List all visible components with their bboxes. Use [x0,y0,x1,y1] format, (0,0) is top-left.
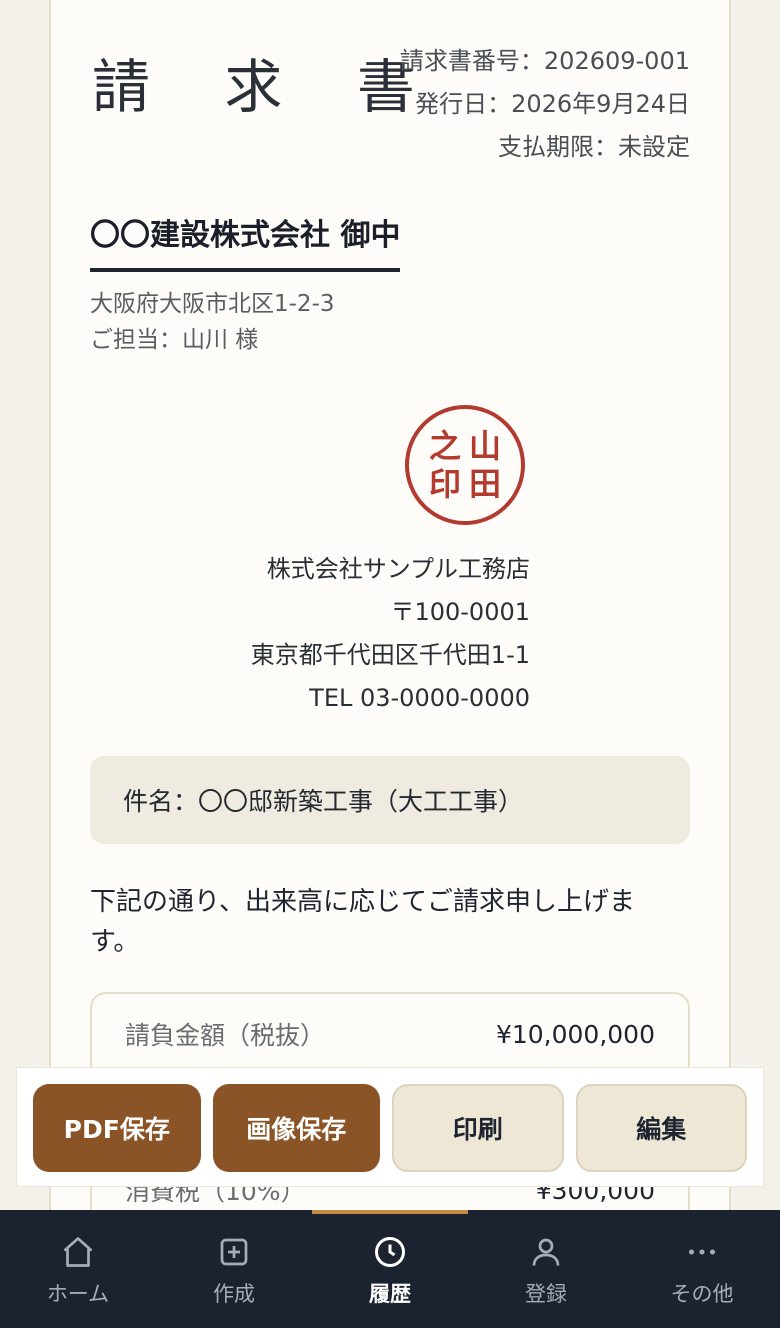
nav-register[interactable]: 登録 [468,1210,624,1328]
nav-label: 履歴 [369,1282,411,1306]
save-pdf-button[interactable]: PDF保存 [33,1084,201,1172]
plus-square-icon [220,1238,248,1266]
amount-value: ¥10,000,000 [495,1019,655,1049]
nav-label: 登録 [525,1282,567,1306]
client-contact: ご担当：山川 様 [90,327,259,353]
amount-row: 請負金額（税抜） ¥10,000,000 [125,1014,655,1054]
nav-label: その他 [670,1282,734,1306]
client-name: 〇〇建設株式会社 御中 [90,210,401,272]
due-date: 支払期限：未設定 [498,133,690,161]
issuer-address: 東京都千代田区千代田1-1 [250,641,530,669]
invoice-number: 請求書番号：202609-001 [399,47,690,75]
subject-box: 件名：〇〇邸新築工事（大工工事） [90,756,690,844]
seal-char: 印 [428,465,461,503]
user-icon [532,1238,560,1266]
subject-text: 件名：〇〇邸新築工事（大工工事） [123,787,524,816]
intro-text: 下記の通り、出来高に応じてご請求申し上げます。 [90,887,635,957]
nav-label: 作成 [213,1282,255,1306]
issuer-postal: 〒100-0001 [390,598,530,626]
invoice-meta: 請求書番号：202609-001 発行日：2026年9月24日 支払期限：未設定 [400,40,690,169]
nav-home[interactable]: ホーム [0,1210,156,1328]
amount-label: 請負金額（税抜） [125,1021,326,1050]
issue-date: 発行日：2026年9月24日 [415,90,690,118]
clock-icon [375,1237,405,1267]
bottom-nav: ホーム 作成 履歴 登録 その他 [0,1210,780,1328]
company-seal: 之 山 印 田 [405,405,525,525]
print-button[interactable]: 印刷 [392,1084,564,1172]
client-address: 大阪府大阪市北区1-2-3 [90,291,335,317]
client-info: 大阪府大阪市北区1-2-3 ご担当：山川 様 [90,286,335,358]
nav-history[interactable]: 履歴 [312,1210,468,1328]
more-icon [688,1249,716,1255]
nav-more[interactable]: その他 [624,1210,780,1328]
action-bar: PDF保存 画像保存 印刷 編集 [16,1067,764,1187]
invoice-title: 請 求 書 [92,53,443,121]
seal-char: 之 [428,427,461,465]
issuer-company: 株式会社サンプル工務店 [266,555,530,583]
nav-create[interactable]: 作成 [156,1210,312,1328]
issuer-info: 株式会社サンプル工務店 〒100-0001 東京都千代田区千代田1-1 TEL … [251,548,530,720]
nav-label: ホーム [46,1282,110,1306]
issuer-tel: TEL 03-0000-0000 [309,684,530,712]
home-icon [63,1237,93,1267]
save-image-button[interactable]: 画像保存 [212,1084,380,1172]
seal-char: 田 [468,465,501,503]
edit-button[interactable]: 編集 [575,1084,747,1172]
seal-char: 山 [468,427,501,465]
